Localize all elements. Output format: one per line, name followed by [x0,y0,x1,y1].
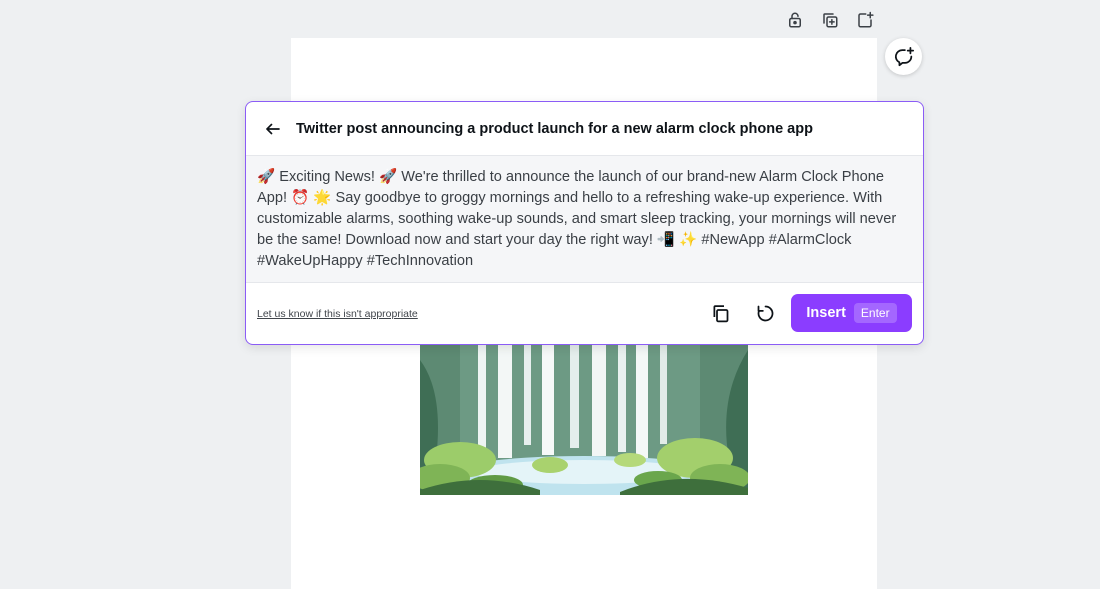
enter-shortcut-badge: Enter [853,303,897,323]
panel-footer: Let us know if this isn't appropriate In… [246,283,923,344]
panel-header: Twitter post announcing a product launch… [246,102,923,156]
insert-button[interactable]: Insert Enter [791,294,912,332]
back-button[interactable] [262,118,284,140]
add-page-icon [858,11,874,28]
arrow-left-icon [266,123,280,134]
insert-label: Insert [806,305,846,321]
regenerate-button[interactable] [753,301,777,325]
add-comment-button[interactable] [885,38,922,75]
add-comment-icon [894,46,914,66]
copy-icon [713,304,728,322]
lock-button[interactable] [783,8,807,32]
magic-write-panel: Twitter post announcing a product launch… [245,101,924,345]
prompt-title: Twitter post announcing a product launch… [296,120,813,137]
feedback-link[interactable]: Let us know if this isn't appropriate [257,308,418,320]
add-page-button[interactable] [853,8,877,32]
waterfall-illustration[interactable] [420,340,748,495]
duplicate-page-button[interactable] [818,8,842,32]
duplicate-page-icon [823,13,838,28]
copy-button[interactable] [708,301,732,325]
page-toolbar [783,8,877,32]
generated-text[interactable]: 🚀 Exciting News! 🚀 We're thrilled to ann… [246,156,923,283]
refresh-icon [757,305,773,321]
lock-icon [789,12,801,28]
